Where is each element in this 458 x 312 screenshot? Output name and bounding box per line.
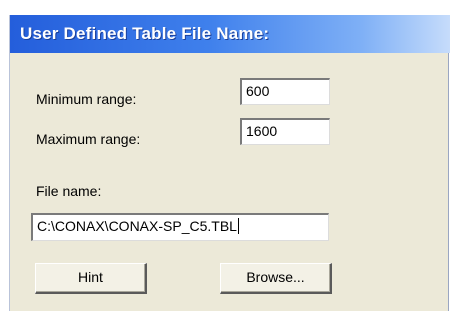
- file-name-input[interactable]: C:\CONAX\CONAX-SP_C5.TBL: [31, 213, 329, 241]
- maximum-range-label: Maximum range:: [36, 131, 141, 147]
- file-name-value: C:\CONAX\CONAX-SP_C5.TBL: [37, 218, 237, 234]
- minimum-range-value: 600: [246, 83, 270, 99]
- text-cursor: [237, 218, 239, 234]
- hint-button[interactable]: Hint: [35, 263, 147, 294]
- user-defined-table-dialog: User Defined Table File Name: Minimum ra…: [9, 15, 450, 311]
- minimum-range-label: Minimum range:: [36, 91, 137, 107]
- dialog-title: User Defined Table File Name:: [20, 24, 270, 43]
- maximum-range-value: 1600: [246, 123, 278, 139]
- maximum-range-input[interactable]: 1600: [240, 118, 330, 145]
- minimum-range-input[interactable]: 600: [240, 78, 330, 105]
- browse-button[interactable]: Browse...: [220, 263, 332, 294]
- file-name-label: File name:: [36, 183, 102, 199]
- dialog-title-bar: User Defined Table File Name:: [10, 15, 450, 53]
